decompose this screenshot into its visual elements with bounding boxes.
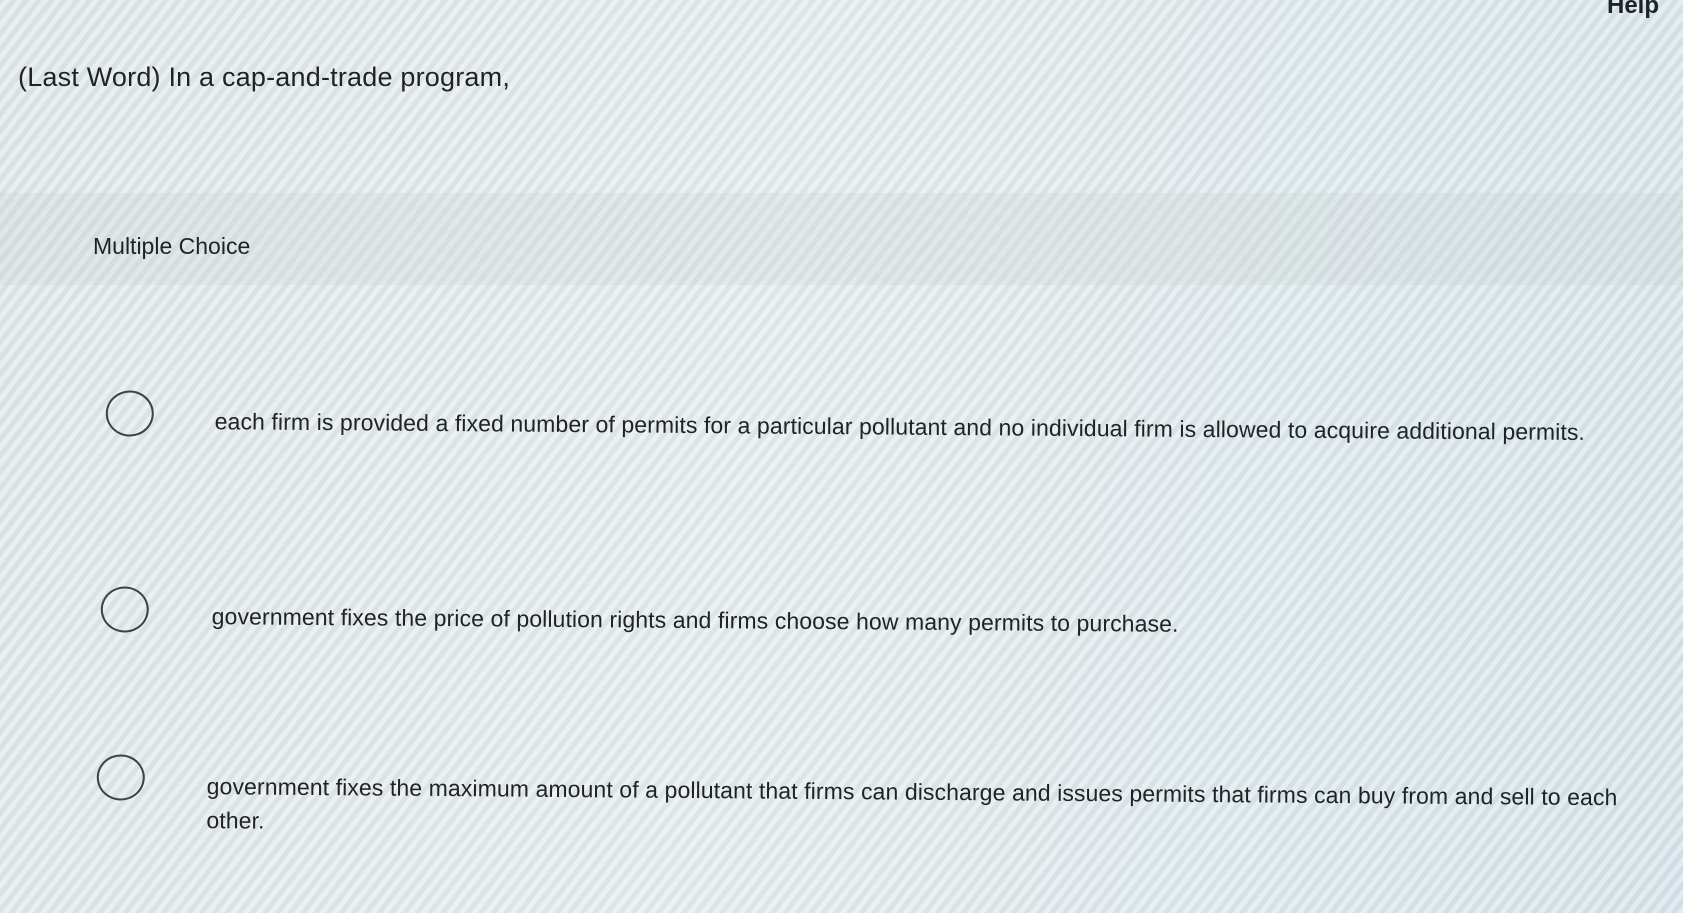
radio-unselected-icon[interactable] [100, 586, 149, 633]
choice-text: each firm is provided a fixed number of … [214, 408, 1586, 445]
radio-unselected-icon[interactable] [105, 390, 154, 437]
choice-text: government fixes the maximum amount of a… [206, 773, 1618, 834]
choice-text: government fixes the price of pollution … [211, 603, 1179, 637]
radio-unselected-icon[interactable] [96, 754, 145, 801]
choice-option-1[interactable]: each firm is provided a fixed number of … [59, 385, 1660, 508]
choice-option-2[interactable]: government fixes the price of pollution … [59, 580, 1660, 663]
choice-option-3[interactable]: government fixes the maximum amount of a… [59, 750, 1660, 863]
choice-list: each firm is provided a fixed number of … [0, 0, 1683, 913]
